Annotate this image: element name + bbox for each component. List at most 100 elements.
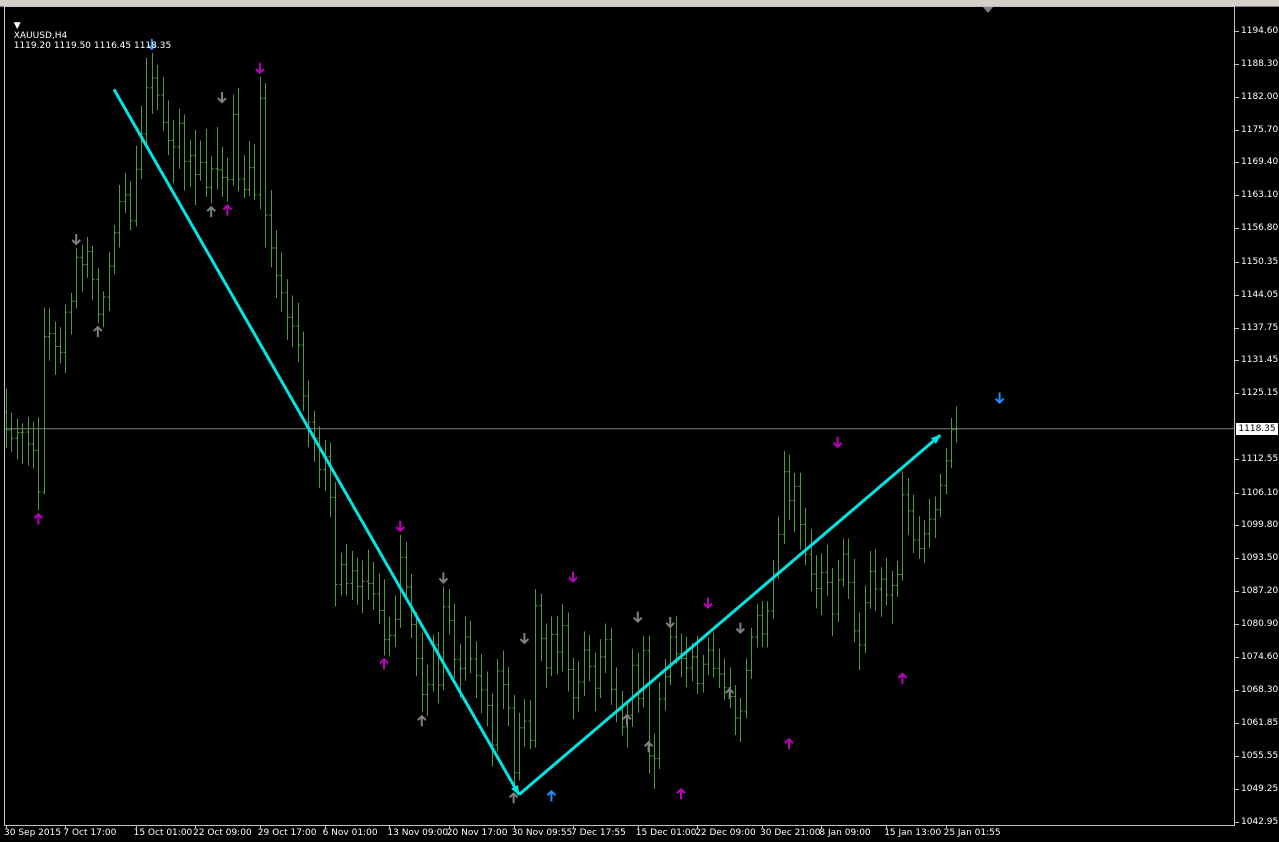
price-tick-label: 1099.80 [1241,520,1279,531]
ohlc-bar [701,654,706,693]
ohlc-bar [787,454,792,521]
fractal-up-arrow-icon [206,205,216,218]
collapse-triangle-icon[interactable]: ▼ [14,21,21,31]
fractal-up-arrow-icon [784,737,794,750]
price-tick-mark [1235,789,1239,790]
fractal-down-arrow-icon [71,233,81,246]
time-tick-mark [325,826,326,829]
ohlc-bar [495,659,500,752]
ohlc-bar [279,252,284,313]
ohlc-bar [306,380,311,448]
trend-arrow-2[interactable] [518,434,942,796]
time-tick-label: 30 Sep 2015 [4,828,62,838]
time-tick-mark [638,826,639,829]
ohlc-bar [447,589,452,635]
ohlc-bar [684,636,689,688]
fractal-up-arrow-icon [93,325,103,338]
price-tick-mark [1235,262,1239,263]
time-tick-label: 7 Dec 17:55 [571,828,626,838]
ohlc-bar [328,442,333,518]
ohlc-bar [636,652,641,713]
price-tick-label: 1061.85 [1241,718,1279,729]
symbol-name: XAUUSD,H4 [13,31,68,41]
ohlc-bar [884,557,889,606]
ohlc-bar [193,130,198,206]
price-tick-label: 1182.00 [1241,91,1279,102]
time-tick-label: 7 Oct 17:00 [63,828,117,838]
fractal-down-arrow-icon [217,92,227,104]
ohlc-bar [755,604,760,648]
ohlc-bar [587,635,592,682]
price-tick-label: 1055.55 [1241,751,1279,762]
ohlc-bar [398,534,403,628]
ohlc-bar [96,267,101,324]
fractal-down-arrow-icon [665,616,675,629]
current-price-label: 1118.35 [1236,422,1278,435]
ohlc-bar [620,690,625,736]
ohlc-bar [290,295,295,348]
price-tick-label: 1112.55 [1241,453,1279,464]
price-tick-label: 1093.50 [1241,553,1279,564]
time-tick-mark [514,826,515,829]
ohlc-bar [274,230,279,299]
fractal-up-arrow-icon [33,512,44,525]
time-tick-label: 15 Jan 13:00 [884,828,942,838]
ohlc-bar [101,291,106,328]
ohlc-bar [846,538,851,600]
ohlc-bar [323,439,328,492]
price-tick-label: 1169.40 [1241,157,1279,168]
fractal-up-arrow-icon [622,713,632,726]
ohlc-bar [112,225,117,275]
ohlc-bar [4,388,9,449]
ohlc-bar [674,615,679,664]
price-tick-mark [1235,130,1239,131]
time-tick-mark [573,826,574,829]
ohlc-bar [134,145,139,227]
ohlc-bar [917,516,922,559]
ohlc-bar [42,307,47,495]
ohlc-bar [711,632,716,678]
ohlc-bar [479,654,484,714]
price-tick-label: 1074.60 [1241,651,1279,662]
price-tick-mark [1235,690,1239,691]
price-tick-label: 1049.25 [1241,784,1279,795]
ohlc-bar [598,639,603,699]
time-tick-mark [821,826,822,829]
ohlc-bar [555,616,560,675]
ohlc-bar [198,140,203,181]
ohlc-bar [895,560,900,597]
ohlc-bar [107,251,112,312]
fractal-down-arrow-icon [633,611,643,624]
ohlc-bar [231,94,236,186]
fractal-down-arrow-icon [703,597,713,609]
ohlc-bar [252,144,257,200]
ohlc-bar [836,559,841,622]
ohlc-bar [749,627,754,679]
time-tick-mark [6,826,7,829]
ohlc-bar [128,181,133,231]
ohlc-bar [668,619,673,686]
time-tick-mark [946,826,947,829]
ohlc-bar [236,87,241,192]
ohlc-bar [900,471,905,581]
ohlc-bar [123,172,128,214]
ohlc-bar [209,156,214,204]
ohlc-bar [204,129,209,197]
price-tick-label: 1156.80 [1241,223,1279,234]
ohlc-bar [652,733,657,789]
ohlc-bar [215,126,220,190]
price-tick-mark [1235,558,1239,559]
ohlc-bar [269,190,274,268]
price-tick-mark [1235,31,1239,32]
ohlc-bar [647,635,652,774]
ohlc-bar [80,244,85,292]
ohlc-bar [490,693,495,767]
ohlc-bar [9,412,14,452]
ohlc-bar [657,681,662,770]
ohlc-bar [242,155,247,198]
ohlc-bar [949,418,954,469]
trend-arrow-1[interactable] [112,88,521,796]
ohlc-bar [360,560,365,614]
ohlc-bar [738,698,743,742]
ohlc-bar [58,327,63,364]
